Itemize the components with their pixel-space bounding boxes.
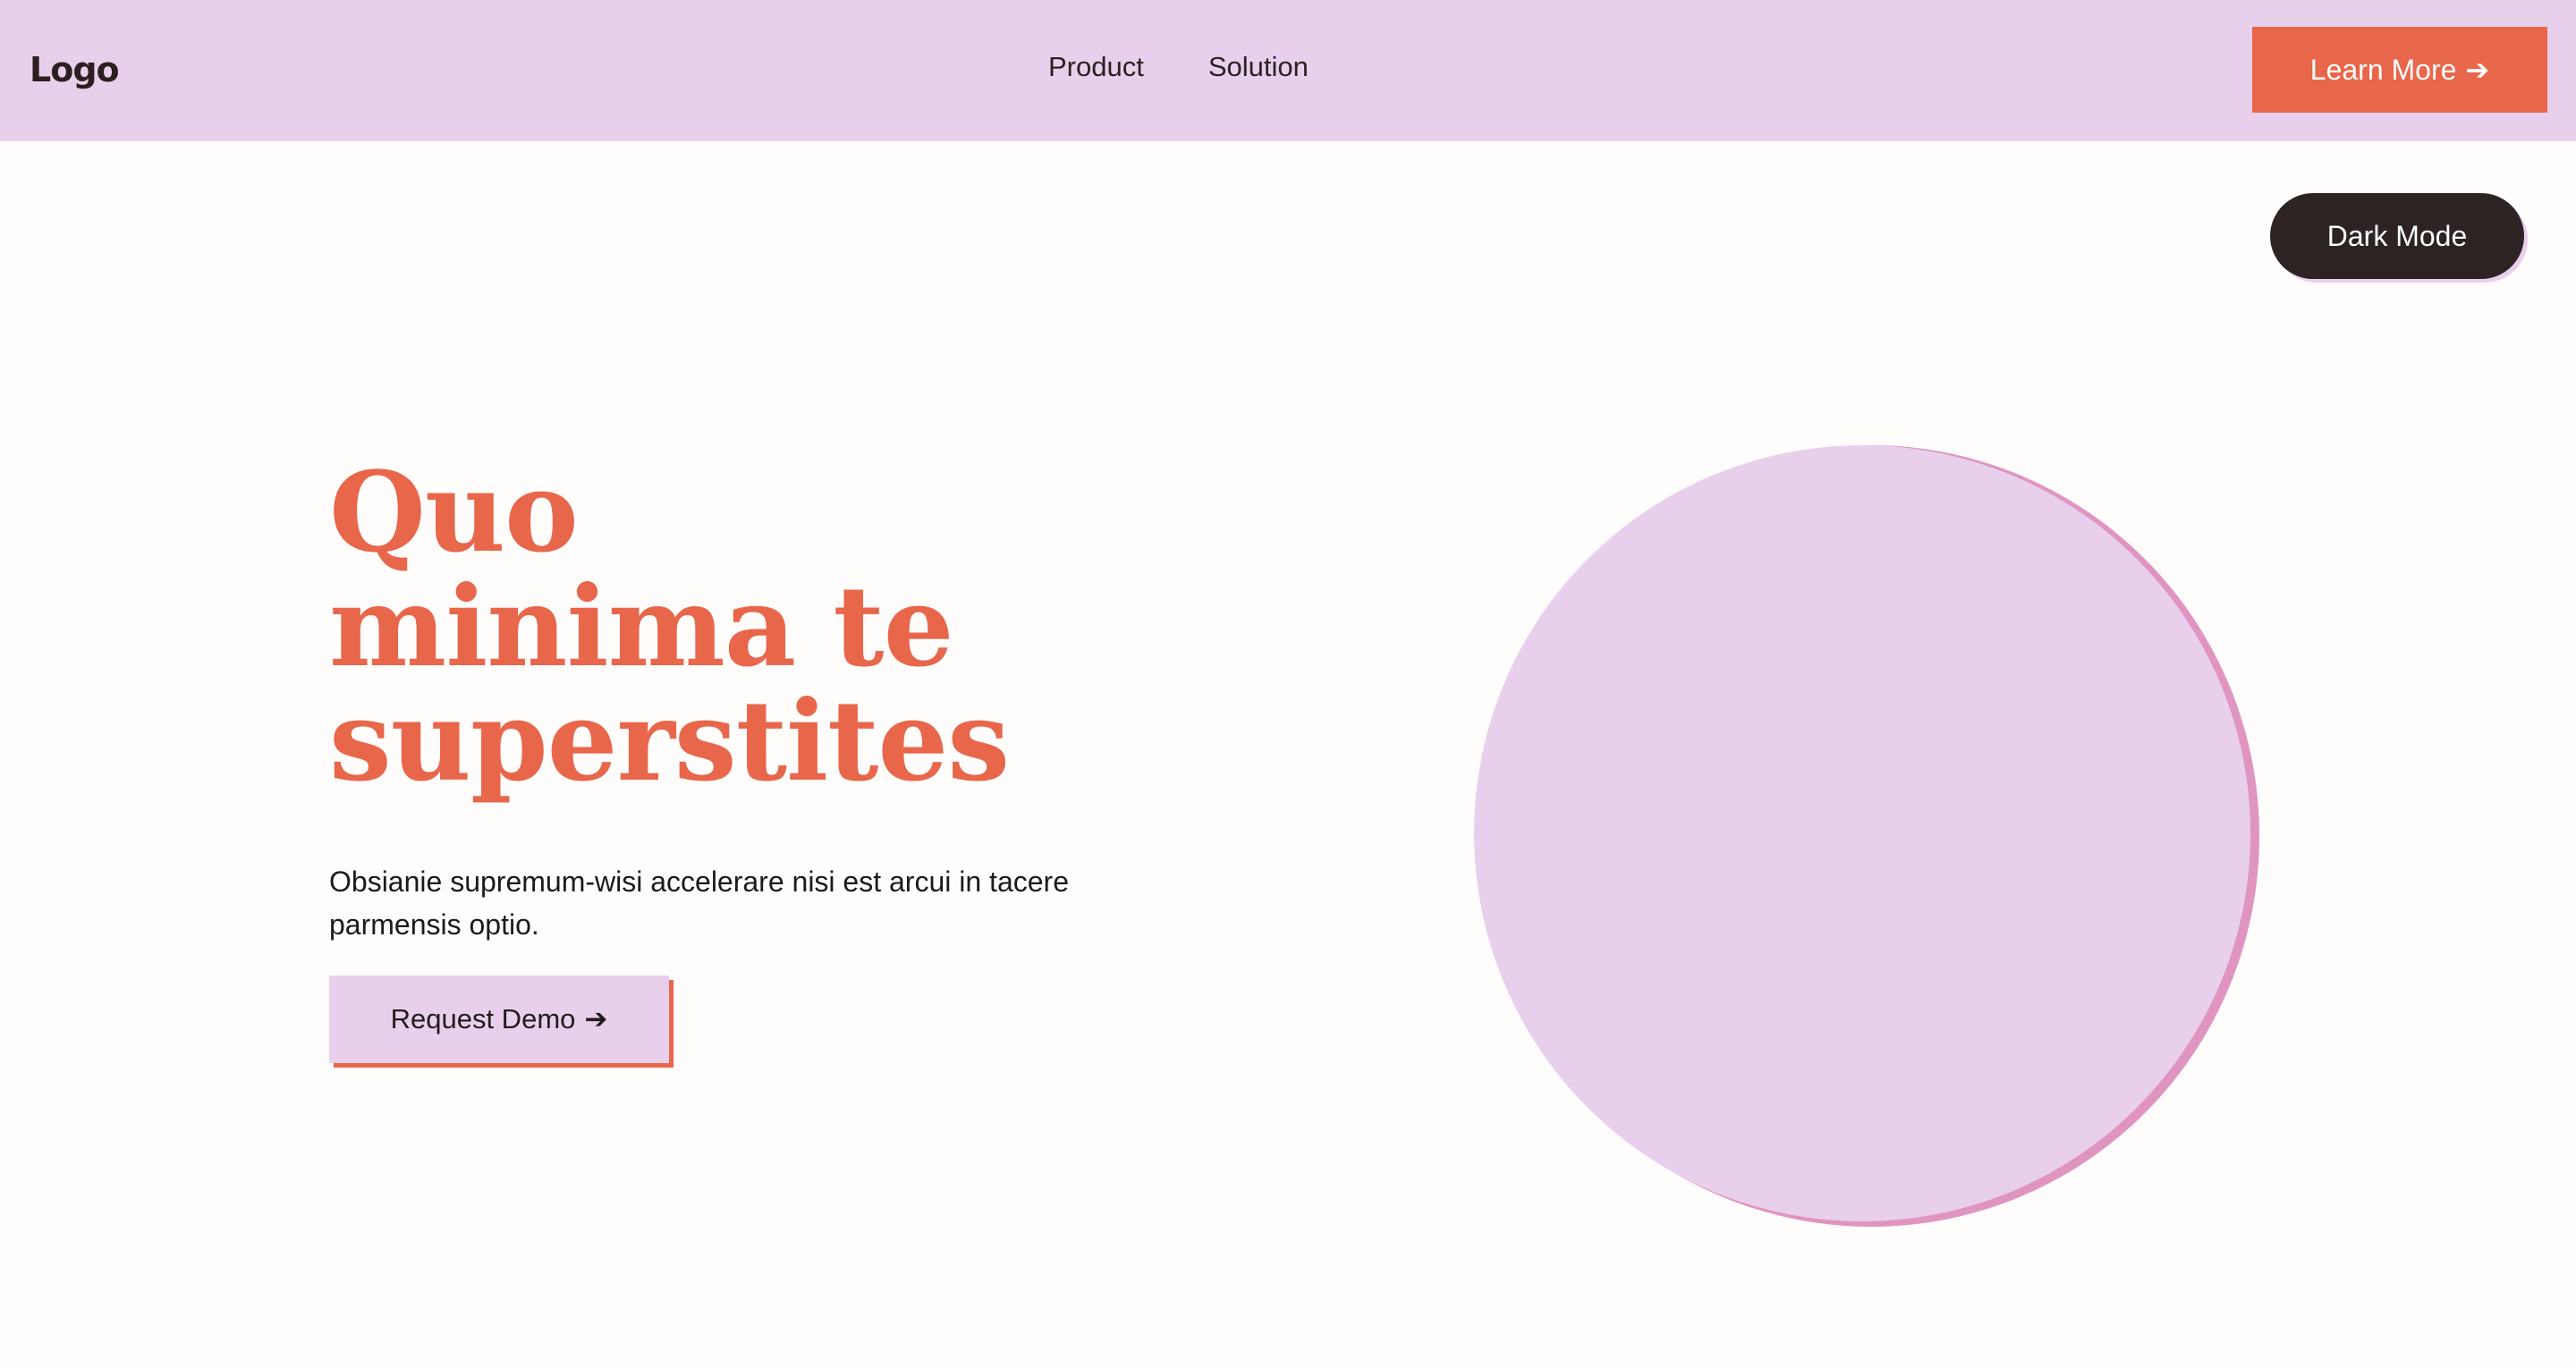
hero-title-line-3: superstites [329, 677, 1010, 806]
hero-title-line-2: minima te [329, 562, 953, 692]
request-demo-button[interactable]: Request Demo ➔ [329, 975, 669, 1063]
hero-title-line-1: Quo [329, 448, 579, 578]
arrow-right-icon: ➔ [2465, 54, 2490, 86]
request-demo-label: Request Demo [390, 1003, 576, 1034]
nav-link-product[interactable]: Product [1048, 51, 1144, 83]
learn-more-button[interactable]: Learn More ➔ [2252, 27, 2547, 113]
logo[interactable]: Logo [30, 50, 120, 89]
main-nav: Product Solution [1048, 51, 1309, 83]
top-navigation-bar: Logo Product Solution Learn More ➔ [0, 0, 2576, 141]
nav-link-solution[interactable]: Solution [1208, 51, 1309, 83]
arrow-right-icon: ➔ [584, 1003, 608, 1034]
landing-page: Logo Product Solution Learn More ➔ Dark … [0, 0, 2576, 1368]
hero-title: Quo minima te superstites [329, 456, 1134, 799]
hero-circle-illustration [1474, 445, 2250, 1221]
learn-more-label: Learn More [2309, 53, 2457, 86]
hero-description: Obsianie supremum-wisi accelerare nisi e… [329, 866, 1069, 941]
dark-mode-toggle[interactable]: Dark Mode [2270, 193, 2524, 279]
